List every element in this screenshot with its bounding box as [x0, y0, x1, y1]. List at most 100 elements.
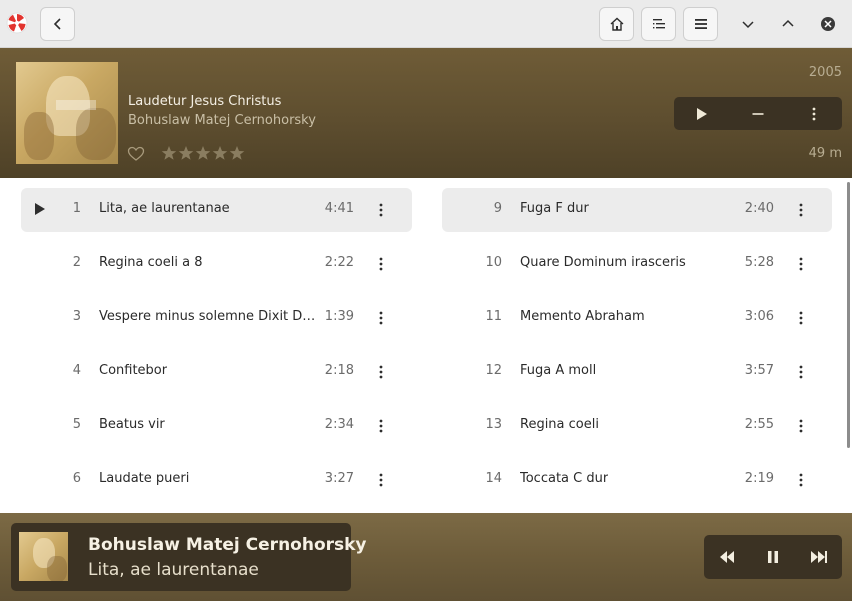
track-row[interactable]: 14 Toccata C dur 2:19 [442, 458, 832, 502]
track-title: Confitebor [99, 363, 168, 378]
track-row[interactable]: 10 Quare Dominum irasceris 5:28 [442, 242, 832, 286]
chevron-up-icon [782, 19, 794, 27]
remove-album-button[interactable] [730, 97, 786, 130]
queue-button[interactable] [641, 7, 676, 41]
now-playing-panel[interactable]: Bohuslaw Matej Cernohorsky Lita, ae laur… [11, 523, 367, 591]
track-more-button[interactable] [372, 254, 390, 274]
play-album-button[interactable] [674, 97, 730, 130]
track-number: 13 [485, 417, 502, 432]
more-vertical-icon [799, 257, 803, 271]
chevron-down-icon [742, 21, 754, 29]
rating-stars[interactable] [161, 145, 245, 161]
track-number: 12 [485, 363, 502, 378]
track-number: 11 [485, 309, 502, 324]
playlist-icon [652, 19, 665, 29]
track-row[interactable]: 2 Regina coeli a 8 2:22 [21, 242, 412, 286]
close-button[interactable] [811, 7, 845, 41]
track-title: Toccata C dur [520, 471, 609, 486]
track-duration: 2:40 [744, 201, 774, 216]
track-number: 1 [72, 201, 81, 216]
track-row[interactable]: 5 Beatus vir 2:34 [21, 404, 412, 448]
track-title: Regina coeli [520, 417, 599, 432]
track-title: Lita, ae laurentanae [99, 201, 230, 216]
now-playing-artist: Bohuslaw Matej Cernohorsky [88, 535, 367, 555]
back-button[interactable] [40, 7, 75, 41]
skip-back-icon [720, 551, 734, 563]
track-more-button[interactable] [792, 200, 810, 220]
track-more-button[interactable] [792, 308, 810, 328]
more-vertical-icon [379, 257, 383, 271]
track-duration: 3:27 [324, 471, 354, 486]
track-number: 6 [72, 471, 81, 486]
skip-forward-icon [811, 551, 827, 563]
more-vertical-icon [799, 419, 803, 433]
scrollbar[interactable] [847, 182, 850, 448]
track-more-button[interactable] [372, 470, 390, 490]
track-row[interactable]: 6 Laudate pueri 3:27 [21, 458, 412, 502]
track-row[interactable]: 11 Memento Abraham 3:06 [442, 296, 832, 340]
star-icon[interactable] [195, 145, 211, 161]
track-number: 3 [72, 309, 81, 324]
star-icon[interactable] [161, 145, 177, 161]
track-duration: 5:28 [744, 255, 774, 270]
transport-controls [704, 535, 842, 579]
pause-icon [768, 551, 778, 563]
track-more-button[interactable] [792, 416, 810, 436]
track-column-left: 1 Lita, ae laurentanae 4:41 2 Regina coe… [21, 188, 412, 512]
track-row[interactable]: 4 Confitebor 2:18 [21, 350, 412, 394]
album-title: Laudetur Jesus Christus [128, 94, 282, 109]
album-duration: 49 m [808, 146, 842, 161]
header-bar [0, 0, 852, 48]
more-vertical-icon [379, 203, 383, 217]
minimize-button[interactable] [731, 7, 765, 41]
track-duration: 2:34 [324, 417, 354, 432]
album-more-button[interactable] [786, 97, 842, 130]
track-duration: 4:41 [324, 201, 354, 216]
track-title: Vespere minus solemne Dixit Dominus [99, 309, 321, 324]
track-duration: 2:22 [324, 255, 354, 270]
track-more-button[interactable] [372, 416, 390, 436]
album-artist-link[interactable]: Bohuslaw Matej Cernohorsky [128, 113, 316, 128]
more-vertical-icon [379, 419, 383, 433]
track-title: Laudate pueri [99, 471, 190, 486]
track-duration: 2:18 [324, 363, 354, 378]
track-number: 4 [72, 363, 81, 378]
track-title: Beatus vir [99, 417, 165, 432]
star-icon[interactable] [229, 145, 245, 161]
star-icon[interactable] [178, 145, 194, 161]
track-more-button[interactable] [372, 200, 390, 220]
next-button[interactable] [796, 535, 842, 579]
main-menu-button[interactable] [683, 7, 718, 41]
hamburger-icon [694, 19, 707, 29]
track-title: Fuga F dur [520, 201, 589, 216]
track-column-right: 9 Fuga F dur 2:40 10 Quare Dominum irasc… [442, 188, 832, 512]
track-more-button[interactable] [792, 362, 810, 382]
favorite-heart-icon[interactable] [127, 146, 145, 162]
close-icon [821, 17, 835, 31]
home-button[interactable] [599, 7, 634, 41]
track-number: 14 [485, 471, 502, 486]
track-more-button[interactable] [372, 362, 390, 382]
track-row[interactable]: 1 Lita, ae laurentanae 4:41 [21, 188, 412, 232]
maximize-button[interactable] [771, 7, 805, 41]
track-more-button[interactable] [372, 308, 390, 328]
more-vertical-icon [799, 473, 803, 487]
pause-button[interactable] [750, 535, 796, 579]
track-row[interactable]: 3 Vespere minus solemne Dixit Dominus 1:… [21, 296, 412, 340]
track-title: Memento Abraham [520, 309, 645, 324]
track-title: Regina coeli a 8 [99, 255, 203, 270]
track-row[interactable]: 13 Regina coeli 2:55 [442, 404, 832, 448]
now-playing-track: Lita, ae laurentanae [88, 560, 259, 580]
star-icon[interactable] [212, 145, 228, 161]
track-number: 9 [493, 201, 502, 216]
more-vertical-icon [379, 365, 383, 379]
track-row[interactable]: 9 Fuga F dur 2:40 [442, 188, 832, 232]
now-playing-icon [35, 203, 45, 215]
track-row[interactable]: 12 Fuga A moll 3:57 [442, 350, 832, 394]
track-more-button[interactable] [792, 254, 810, 274]
home-icon [610, 17, 623, 31]
now-playing-cover [19, 532, 68, 581]
more-vertical-icon [379, 311, 383, 325]
previous-button[interactable] [704, 535, 750, 579]
track-more-button[interactable] [792, 470, 810, 490]
